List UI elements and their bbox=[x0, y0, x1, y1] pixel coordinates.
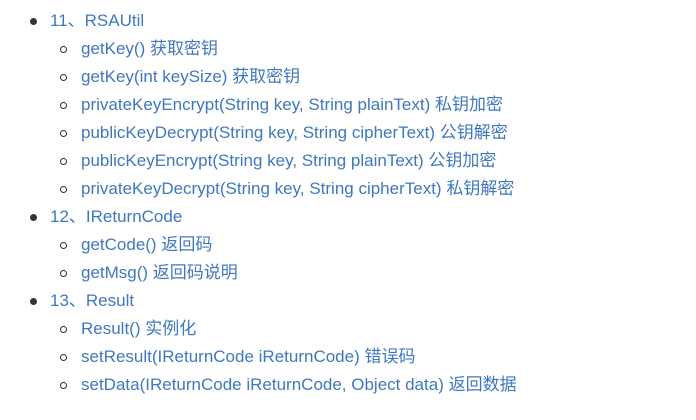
toc-item-link[interactable]: publicKeyEncrypt(String key, String plai… bbox=[81, 147, 496, 175]
toc-item-link[interactable]: setResult(IReturnCode iReturnCode) 错误码 bbox=[81, 343, 415, 371]
toc-item[interactable]: getMsg() 返回码说明 bbox=[60, 259, 238, 287]
disc-bullet-icon bbox=[30, 17, 37, 25]
circle-bullet-icon bbox=[60, 73, 67, 81]
toc-item-link[interactable]: getCode() 返回码 bbox=[81, 231, 212, 259]
toc-item-link[interactable]: Result() 实例化 bbox=[81, 315, 196, 343]
toc-item-link[interactable]: getKey(int keySize) 获取密钥 bbox=[81, 63, 300, 91]
disc-bullet-icon bbox=[30, 297, 37, 305]
toc-section-11[interactable]: 11、RSAUtil bbox=[30, 7, 144, 35]
toc-item-link[interactable]: privateKeyDecrypt(String key, String cip… bbox=[81, 175, 514, 203]
toc-section-13[interactable]: 13、Result bbox=[30, 287, 134, 315]
toc-section-12[interactable]: 12、IReturnCode bbox=[30, 203, 182, 231]
toc-item[interactable]: setResult(IReturnCode iReturnCode) 错误码 bbox=[60, 343, 415, 371]
circle-bullet-icon bbox=[60, 241, 67, 249]
toc-section-label[interactable]: 12、IReturnCode bbox=[50, 203, 182, 231]
toc-section-label[interactable]: 11、RSAUtil bbox=[50, 7, 144, 35]
toc-item-link[interactable]: getKey() 获取密钥 bbox=[81, 35, 218, 63]
toc-section-label[interactable]: 13、Result bbox=[50, 287, 134, 315]
toc-item[interactable]: publicKeyDecrypt(String key, String ciph… bbox=[60, 119, 508, 147]
toc-item-link[interactable]: getMsg() 返回码说明 bbox=[81, 259, 238, 287]
circle-bullet-icon bbox=[60, 185, 67, 193]
toc-item[interactable]: getCode() 返回码 bbox=[60, 231, 212, 259]
toc-item[interactable]: publicKeyEncrypt(String key, String plai… bbox=[60, 147, 496, 175]
toc-item[interactable]: setData(IReturnCode iReturnCode, Object … bbox=[60, 371, 517, 399]
toc-item-link[interactable]: publicKeyDecrypt(String key, String ciph… bbox=[81, 119, 508, 147]
table-of-contents: 11、RSAUtil getKey() 获取密钥 getKey(int keyS… bbox=[0, 0, 696, 394]
toc-item-link[interactable]: setData(IReturnCode iReturnCode, Object … bbox=[81, 371, 517, 399]
toc-item[interactable]: getKey() 获取密钥 bbox=[60, 35, 218, 63]
circle-bullet-icon bbox=[60, 45, 67, 53]
toc-item[interactable]: privateKeyDecrypt(String key, String cip… bbox=[60, 175, 514, 203]
circle-bullet-icon bbox=[60, 129, 67, 137]
toc-item-link[interactable]: privateKeyEncrypt(String key, String pla… bbox=[81, 91, 503, 119]
toc-item[interactable]: privateKeyEncrypt(String key, String pla… bbox=[60, 91, 503, 119]
circle-bullet-icon bbox=[60, 157, 67, 165]
circle-bullet-icon bbox=[60, 325, 67, 333]
toc-item[interactable]: getKey(int keySize) 获取密钥 bbox=[60, 63, 300, 91]
circle-bullet-icon bbox=[60, 101, 67, 109]
toc-item[interactable]: Result() 实例化 bbox=[60, 315, 196, 343]
circle-bullet-icon bbox=[60, 381, 67, 389]
circle-bullet-icon bbox=[60, 353, 67, 361]
circle-bullet-icon bbox=[60, 269, 67, 277]
disc-bullet-icon bbox=[30, 213, 37, 221]
